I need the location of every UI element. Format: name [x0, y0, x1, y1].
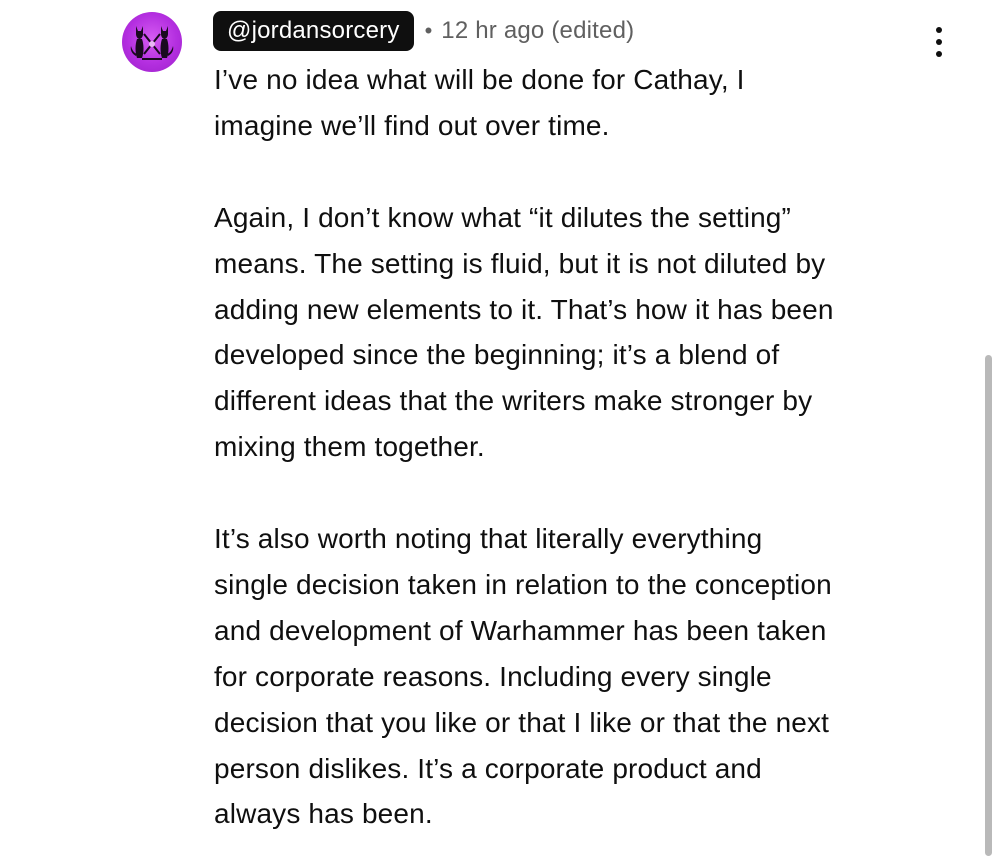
scrollbar-thumb[interactable] [985, 355, 992, 856]
comment-paragraph: Again, I don’t know what “it dilutes the… [214, 201, 834, 463]
separator-dot: • [424, 18, 433, 43]
comment-header: @jordansorcery • 12 hr ago (edited) [213, 11, 634, 51]
comment-thread-item: @jordansorcery • 12 hr ago (edited) I’ve… [0, 0, 1000, 856]
avatar[interactable] [122, 12, 182, 72]
comment-timestamp[interactable]: 12 hr ago (edited) [441, 17, 634, 45]
author-handle[interactable]: @jordansorcery [213, 11, 414, 51]
comment-paragraph: I’ve no idea what will be done for Catha… [214, 64, 745, 141]
vertical-ellipsis-icon [936, 27, 942, 33]
two-cats-logo-icon [130, 26, 174, 60]
comment-body: I’ve no idea what will be done for Catha… [214, 57, 942, 837]
more-options-button[interactable] [922, 22, 956, 62]
vertical-ellipsis-icon [936, 39, 942, 45]
comment-paragraph: It’s also worth noting that literally ev… [214, 523, 832, 830]
